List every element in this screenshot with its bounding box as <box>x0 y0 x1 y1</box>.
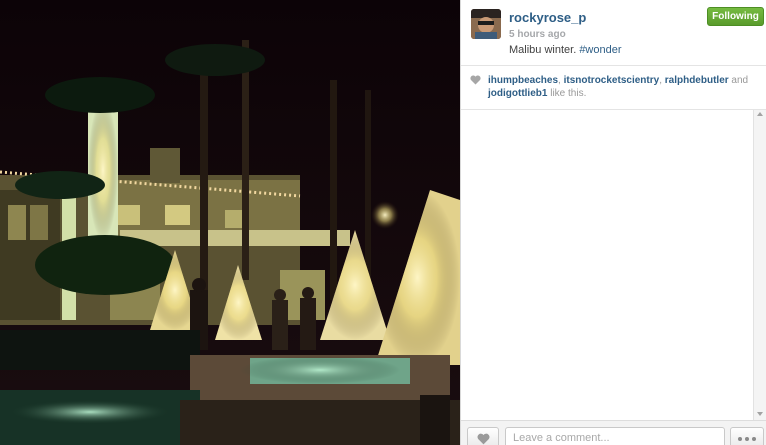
comments-scrollbar[interactable] <box>753 110 766 420</box>
ellipsis-icon <box>738 437 742 441</box>
liker-link[interactable]: jodigottlieb1 <box>488 88 547 99</box>
likes-suffix: like this. <box>547 88 587 99</box>
scroll-up-arrow-icon[interactable] <box>757 112 763 116</box>
ellipsis-icon <box>745 437 749 441</box>
like-button[interactable] <box>467 427 499 445</box>
comment-footer <box>461 420 766 445</box>
post-header: rockyrose_p 5 hours ago Malibu winter. #… <box>461 0 766 66</box>
scroll-down-arrow-icon[interactable] <box>757 412 763 416</box>
following-button[interactable]: Following <box>707 7 764 26</box>
post-photo <box>0 0 460 445</box>
likes-section: ihumpbeaches, itsnotrocketscientry, ralp… <box>461 66 766 110</box>
avatar-image <box>471 9 501 39</box>
heart-icon <box>470 75 481 85</box>
comment-input[interactable] <box>505 427 725 445</box>
photo-illustration <box>0 0 460 445</box>
post-caption: Malibu winter. #wonder <box>509 44 622 56</box>
likes-conjunction: and <box>728 75 749 86</box>
avatar[interactable] <box>471 9 501 39</box>
post-timestamp: 5 hours ago <box>509 29 566 40</box>
liker-link[interactable]: itsnotrocketscientry <box>564 75 660 86</box>
more-options-button[interactable] <box>730 427 764 445</box>
liker-link[interactable]: ralphdebutler <box>665 75 729 86</box>
hashtag-link[interactable]: #wonder <box>579 44 621 56</box>
post-detail-panel: rockyrose_p 5 hours ago Malibu winter. #… <box>460 0 766 445</box>
caption-text: Malibu winter. <box>509 44 580 56</box>
liker-link[interactable]: ihumpbeaches <box>488 75 558 86</box>
username-link[interactable]: rockyrose_p <box>509 10 586 25</box>
likes-text: ihumpbeaches, itsnotrocketscientry, ralp… <box>488 74 754 100</box>
comments-list <box>461 110 753 420</box>
ellipsis-icon <box>752 437 756 441</box>
heart-icon <box>477 433 490 445</box>
